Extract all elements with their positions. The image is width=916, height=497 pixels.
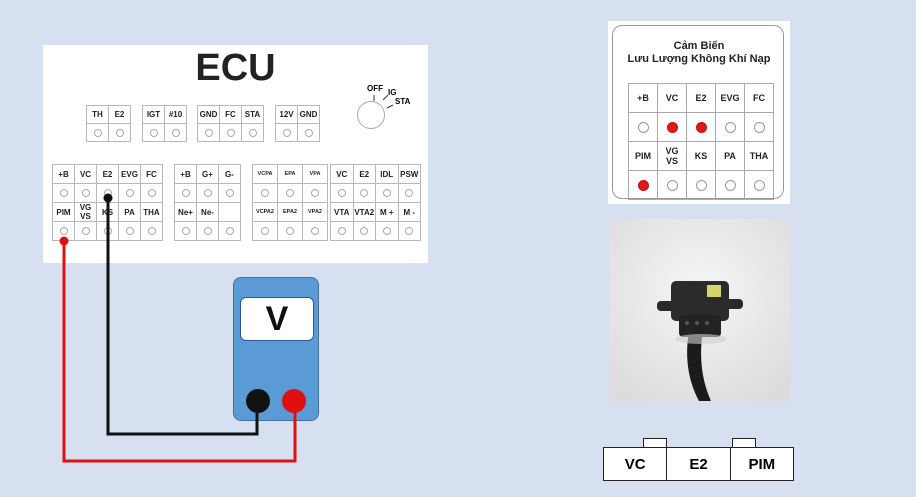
sensor-pin-label: KS <box>686 141 716 171</box>
sensor-pin-hole <box>715 112 745 142</box>
red-probe-tip <box>59 236 69 246</box>
sensor-pin-label: VG VS <box>657 141 687 171</box>
sensor-pinout-card: Cảm Biến Lưu Lượng Không Khí Nạp +B VC E2 E… <box>608 21 790 204</box>
map-sensor-image <box>609 219 790 401</box>
connector-pin-vc: VC <box>624 455 646 473</box>
sensor-pin-label: +B <box>628 83 658 113</box>
sensor-pin-active <box>628 170 658 200</box>
connector-pin-pim: PIM <box>729 448 793 480</box>
black-probe-tip <box>103 193 113 203</box>
connector-pin-e2: E2 <box>666 448 729 480</box>
sensor-pin-grid: +B VC E2 EVG FC PIM VG VS KS PA THA <box>628 83 774 200</box>
sensor-pinout-frame: Cảm Biến Lưu Lượng Không Khí Nạp +B VC E2 E… <box>612 25 785 200</box>
sensor-pin-hole <box>628 112 658 142</box>
red-wire <box>62 241 297 463</box>
sensor-pin-label: VC <box>657 83 687 113</box>
sensor-pin-hole <box>686 170 716 200</box>
black-wire <box>106 199 259 436</box>
sensor-pin-hole <box>657 170 687 200</box>
sensor-title-line2: Lưu Lượng Không Khí Nạp <box>627 53 771 65</box>
sensor-pin-hole <box>715 170 745 200</box>
sensor-pin-label: THA <box>744 141 774 171</box>
sensor-pin-label: EVG <box>715 83 745 113</box>
sensor-pin-hole <box>744 112 774 142</box>
sensor-pin-active <box>657 112 687 142</box>
sensor-pin-label: E2 <box>686 83 716 113</box>
sensor-pin-label: PA <box>715 141 745 171</box>
sensor-title-line1: Cảm Biến <box>673 40 725 52</box>
connector-pins: VC E2 PIM <box>603 447 794 481</box>
sensor-title: Cảm Biến Lưu Lượng Không Khí Nạp <box>613 40 785 66</box>
sensor-pin-label: FC <box>744 83 774 113</box>
sensor-pin-label: PIM <box>628 141 658 171</box>
sensor-pin-active <box>686 112 716 142</box>
sensor-pin-hole <box>744 170 774 200</box>
sensor-connector: VC E2 PIM <box>603 438 794 481</box>
sensor-photo <box>609 219 790 401</box>
